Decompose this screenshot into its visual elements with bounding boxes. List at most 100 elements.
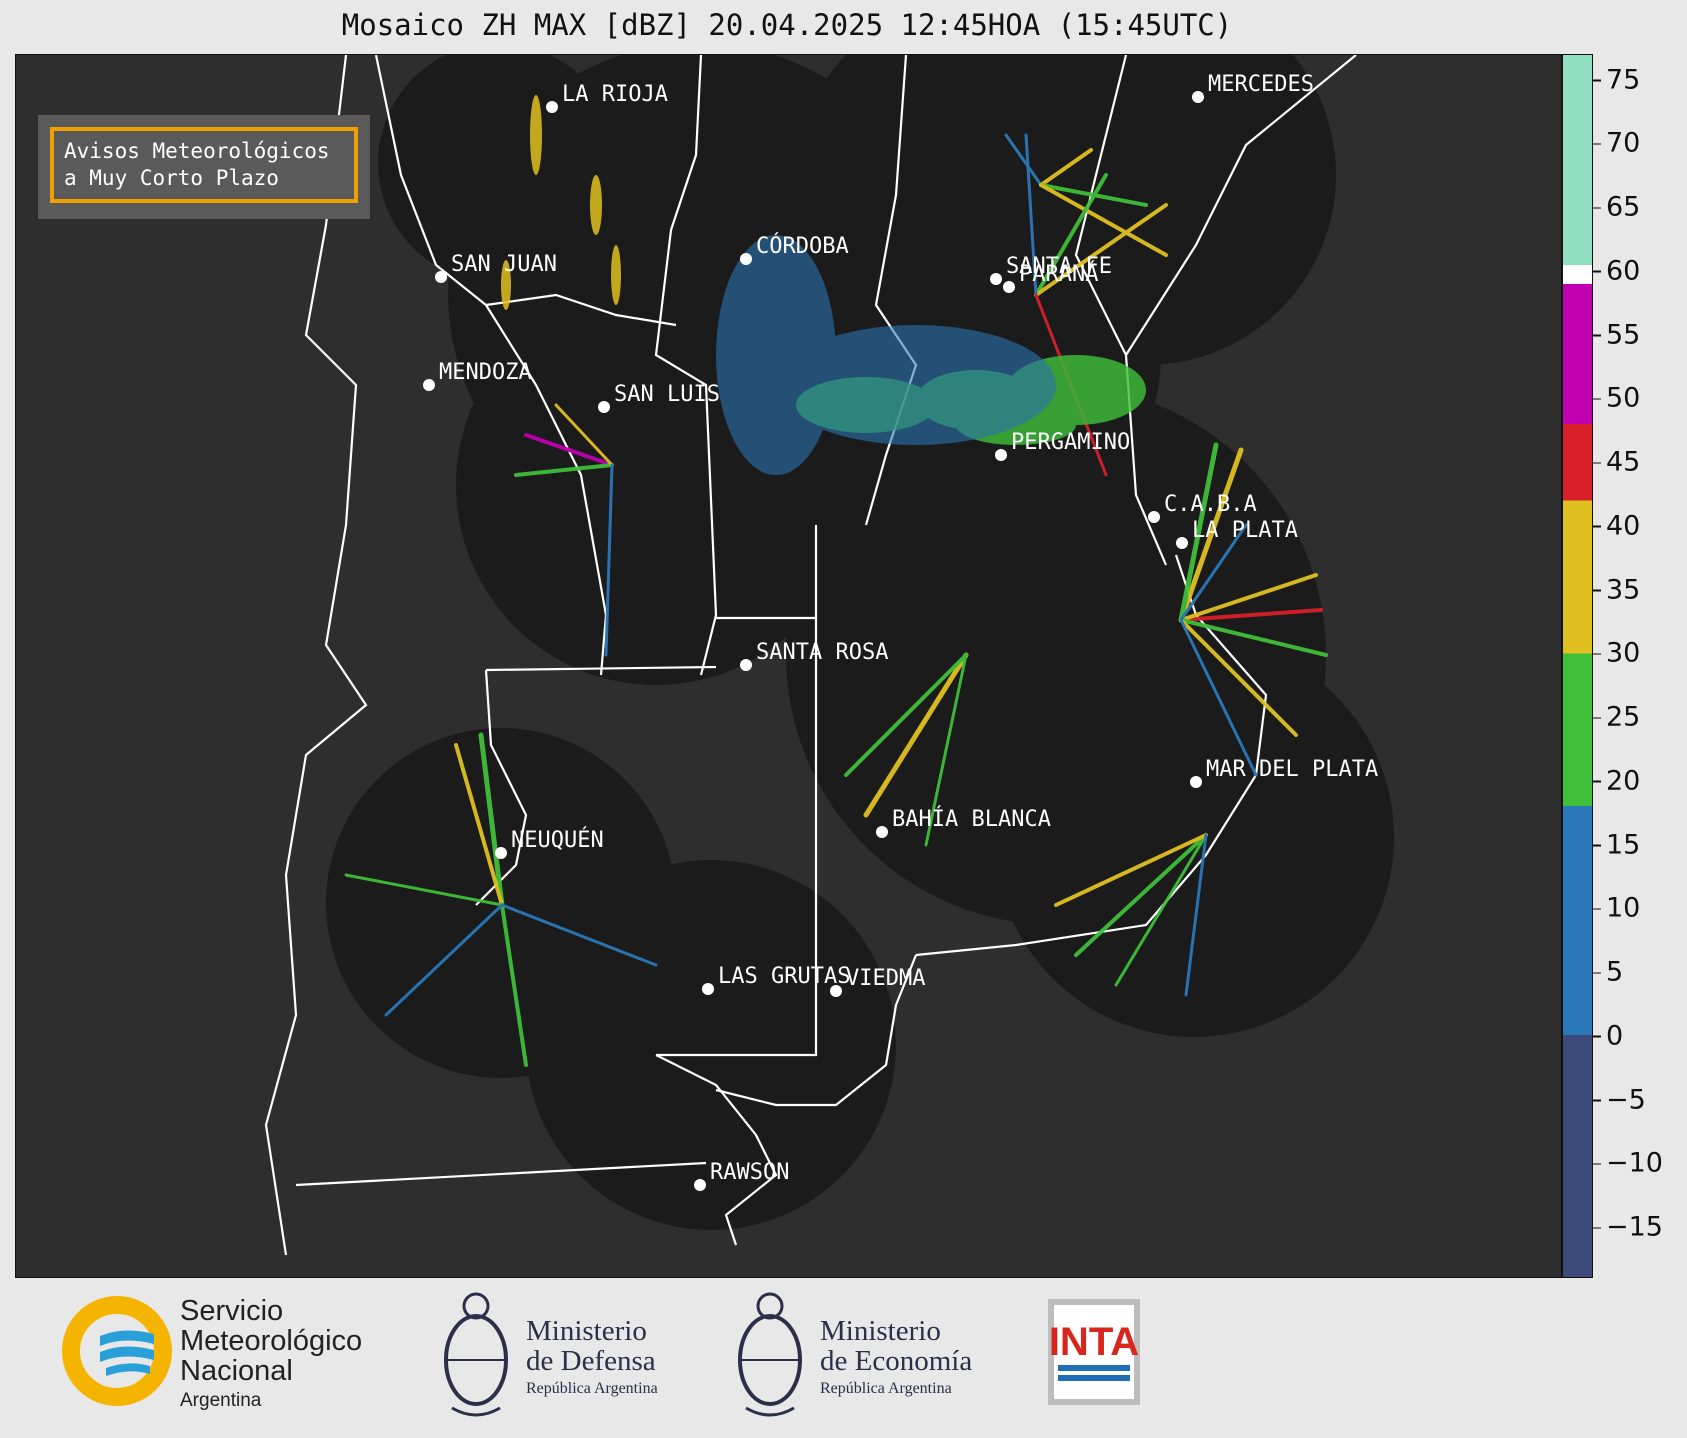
- city-label: SANTA ROSA: [756, 640, 888, 665]
- city-marker-icon: [1192, 91, 1204, 103]
- city-label: CÓRDOBA: [756, 233, 849, 259]
- colorbar-tick-label: 20: [1606, 765, 1641, 797]
- radar-coverage-disk: [994, 637, 1394, 1037]
- avisos-link[interactable]: Avisos Meteorológicos a Muy Corto Plazo: [50, 127, 358, 203]
- city-label: LA PLATA: [1192, 518, 1298, 543]
- colorbar-tick: 25: [1592, 701, 1641, 733]
- colorbar-tick: 65: [1592, 191, 1641, 223]
- city-marker-icon: [598, 401, 610, 413]
- colorbar-tick: 70: [1592, 127, 1641, 159]
- city-label: LAS GRUTAS: [718, 964, 850, 989]
- colorbar-tick-label: 35: [1606, 574, 1641, 605]
- colorbar-tick: 40: [1592, 510, 1641, 542]
- city-marker-icon: [1003, 281, 1015, 293]
- city-marker-icon: [830, 985, 842, 997]
- city-label: MERCEDES: [1208, 72, 1314, 97]
- avisos-line1: Avisos Meteorológicos: [64, 139, 330, 163]
- colorbar-tick: 60: [1592, 255, 1641, 287]
- inta-logo: INTA: [1048, 1299, 1140, 1405]
- colorbar-tick-label: 25: [1606, 701, 1641, 733]
- city-marker-icon: [435, 271, 447, 283]
- colorbar-tick-label: 30: [1606, 637, 1641, 669]
- smn-logo: Servicio Meteorológico Nacional Argentin…: [62, 1295, 392, 1411]
- colorbar-tick: 35: [1592, 574, 1641, 605]
- city-marker-icon: [740, 659, 752, 671]
- city-marker-icon: [495, 847, 507, 859]
- colorbar-tick-label: 65: [1606, 191, 1641, 223]
- colorbar-tick-label: 55: [1606, 319, 1641, 350]
- colorbar-ticks: 75 70 65 60 55 50 45 40 35 30 25 20 15 10 5 0 −5 −10 −15: [1592, 54, 1684, 1278]
- avisos-line2: a Muy Corto Plazo: [64, 166, 279, 190]
- coat-of-arms-icon: [738, 1292, 802, 1417]
- colorbar-tick: 30: [1592, 637, 1641, 669]
- colorbar-tick: 20: [1592, 765, 1641, 797]
- colorbar-tick-label: 10: [1606, 892, 1641, 924]
- colorbar-tick-label: 40: [1606, 510, 1641, 542]
- inta-wordmark: INTA: [1049, 1320, 1139, 1364]
- avisos-panel[interactable]: Avisos Meteorológicos a Muy Corto Plazo: [38, 115, 370, 219]
- economia-line1: Ministerio: [820, 1315, 941, 1347]
- city-label: RAWSON: [710, 1160, 789, 1185]
- colorbar-tick-label: 60: [1606, 255, 1641, 287]
- ministerio-defensa-logo: Ministerio de Defensa República Argentin…: [438, 1288, 698, 1418]
- city-label: NEUQUÉN: [511, 827, 604, 853]
- colorbar-tick: 5: [1592, 956, 1624, 988]
- defensa-line1: Ministerio: [526, 1315, 647, 1347]
- city-marker-icon: [1176, 537, 1188, 549]
- city-label: MAR DEL PLATA: [1206, 757, 1378, 782]
- colorbar: [1562, 54, 1593, 1278]
- city-label: PERGAMINO: [1011, 430, 1130, 455]
- map-title: Mosaico ZH MAX [dBZ] 20.04.2025 12:45HOA…: [341, 8, 1233, 42]
- city-marker-icon: [995, 449, 1007, 461]
- city-marker-icon: [876, 826, 888, 838]
- city-label: PARANÁ: [1019, 261, 1098, 287]
- economia-line3: República Argentina: [820, 1380, 952, 1397]
- radar-map[interactable]: LA RIOJA MERCEDES CÓRDOBA SAN JUAN SANTA FE P…: [15, 54, 1562, 1278]
- inta-logo-icon: INTA: [1049, 1305, 1139, 1399]
- colorbar-tick: −10: [1593, 1147, 1663, 1179]
- city-label: C.A.B.A: [1164, 492, 1257, 517]
- colorbar-tick-label: 0: [1606, 1020, 1624, 1052]
- city-label: VIEDMA: [846, 966, 925, 991]
- city-label: LA RIOJA: [562, 82, 668, 107]
- city-marker-icon: [702, 983, 714, 995]
- city-label: MENDOZA: [439, 360, 532, 385]
- colorbar-tick-label: 50: [1606, 382, 1641, 414]
- ministerio-economia-logo: Ministerio de Economía República Argenti…: [732, 1288, 1002, 1418]
- colorbar-tick: 0: [1592, 1020, 1624, 1052]
- smn-emblem-icon: [62, 1296, 172, 1406]
- colorbar-tick: 15: [1592, 829, 1641, 860]
- colorbar-tick-label: −5: [1606, 1084, 1646, 1115]
- city-marker-icon: [1190, 776, 1202, 788]
- colorbar-tick: 50: [1592, 382, 1641, 414]
- colorbar-tick: 45: [1592, 446, 1641, 478]
- colorbar-tick-label: 75: [1606, 64, 1641, 95]
- colorbar-tick-label: 5: [1606, 956, 1624, 988]
- city-marker-icon: [546, 101, 558, 113]
- city-marker-icon: [1148, 511, 1160, 523]
- colorbar-tick: 75: [1592, 64, 1641, 95]
- defensa-line3: República Argentina: [526, 1380, 658, 1397]
- colorbar-tick-label: 70: [1606, 127, 1641, 159]
- economia-line2: de Economía: [820, 1345, 973, 1377]
- coat-of-arms-icon: [444, 1292, 508, 1417]
- colorbar-tick: 10: [1592, 892, 1641, 924]
- colorbar-tick-label: −10: [1606, 1147, 1663, 1179]
- colorbar-tick-label: 15: [1606, 829, 1641, 860]
- city-label: SAN LUIS: [614, 382, 720, 407]
- city-label: SAN JUAN: [451, 252, 557, 277]
- city-marker-icon: [740, 253, 752, 265]
- city-label: BAHÍA BLANCA: [892, 806, 1051, 832]
- colorbar-tick: −5: [1593, 1084, 1646, 1115]
- city-marker-icon: [423, 379, 435, 391]
- city-marker-icon: [990, 273, 1002, 285]
- defensa-line2: de Defensa: [526, 1345, 656, 1377]
- smn-line1: Servicio: [180, 1295, 284, 1327]
- colorbar-tick-label: −15: [1606, 1211, 1663, 1243]
- colorbar-tick-label: 45: [1606, 446, 1641, 478]
- colorbar-tick: −15: [1593, 1211, 1663, 1243]
- city-marker-icon: [694, 1179, 706, 1191]
- smn-line3: Nacional: [180, 1355, 293, 1387]
- smn-line2: Meteorológico: [180, 1325, 363, 1357]
- smn-line4: Argentina: [180, 1390, 262, 1411]
